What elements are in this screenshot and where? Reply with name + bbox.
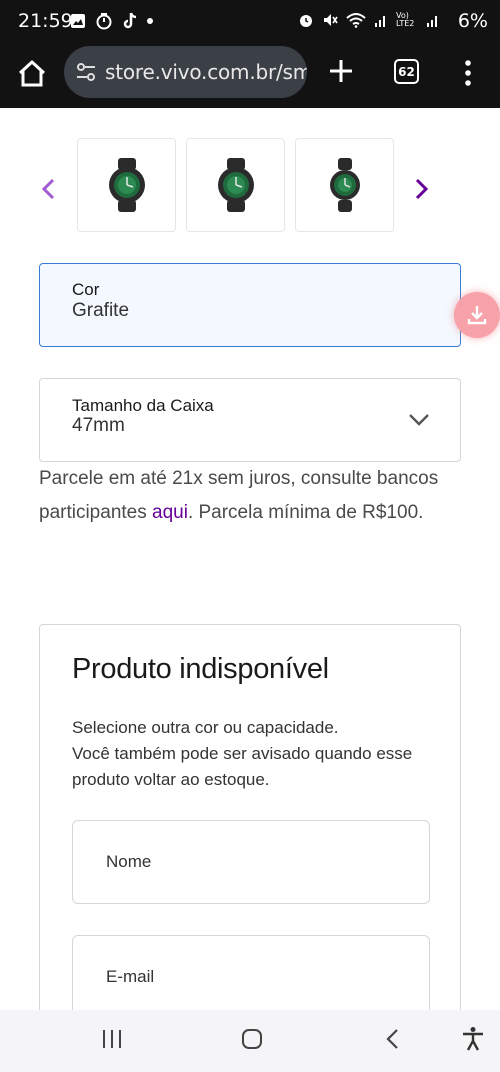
- watch-thumbnail[interactable]: [186, 138, 285, 232]
- status-bar: 21:59 Vo) LTE2 6%: [0, 0, 500, 44]
- size-label: Tamanho da Caixa: [72, 396, 214, 415]
- signal-icon: [375, 16, 385, 27]
- timer-icon: [96, 13, 112, 30]
- name-placeholder: Nome: [106, 852, 152, 871]
- accessibility-icon[interactable]: [461, 1026, 485, 1052]
- unavailable-title: Produto indisponível: [72, 653, 329, 685]
- volte-icon: Vo) LTE2: [396, 11, 415, 28]
- size-value: 47mm: [72, 415, 125, 436]
- system-nav-bar: [0, 1010, 500, 1072]
- banks-link[interactable]: aqui: [152, 502, 188, 523]
- battery-level: 6%: [457, 10, 488, 32]
- watch-image: [108, 158, 145, 212]
- recent-apps-icon[interactable]: [101, 1028, 123, 1050]
- installments-info: Parcele em até 21x sem juros, consulte b…: [39, 462, 469, 530]
- back-icon[interactable]: [384, 1028, 400, 1050]
- home-icon[interactable]: [16, 58, 48, 90]
- url-text[interactable]: store.vivo.com.br/smar: [105, 60, 307, 84]
- tiktok-icon: [123, 12, 137, 29]
- color-label: Cor: [72, 280, 100, 299]
- chevron-left-icon[interactable]: [40, 178, 56, 200]
- email-placeholder: E-mail: [106, 967, 155, 986]
- new-tab-icon[interactable]: [326, 56, 356, 86]
- tab-switcher-button[interactable]: 62: [394, 59, 419, 84]
- chevron-down-icon: [409, 414, 429, 426]
- size-select[interactable]: Tamanho da Caixa 47mm: [39, 378, 461, 462]
- notification-dot-icon: [147, 18, 153, 24]
- address-bar[interactable]: store.vivo.com.br/smar: [64, 46, 307, 98]
- color-value: Grafite: [72, 300, 130, 321]
- site-settings-icon[interactable]: [76, 62, 96, 82]
- unavailable-description: Selecione outra cor ou capacidade. Você …: [72, 715, 432, 793]
- color-select[interactable]: Cor Grafite: [39, 263, 461, 347]
- unavailable-description-line1: Selecione outra cor ou capacidade.: [72, 718, 339, 737]
- watch-image: [329, 158, 360, 212]
- browser-toolbar: store.vivo.com.br/smar 62: [0, 44, 500, 108]
- watch-thumbnail[interactable]: [77, 138, 176, 232]
- unavailable-description-line2: Você também pode ser avisado quando esse…: [72, 744, 413, 789]
- more-menu-icon[interactable]: [462, 58, 474, 88]
- image-icon: [71, 14, 85, 28]
- chevron-right-icon[interactable]: [414, 178, 430, 200]
- wifi-icon: [346, 13, 366, 28]
- watch-image: [217, 158, 254, 212]
- status-time: 21:59: [18, 10, 73, 32]
- mute-icon: [324, 14, 338, 26]
- unavailable-card: Produto indisponível Selecione outra cor…: [39, 624, 461, 1044]
- installments-text-after: . Parcela mínima de R$100.: [187, 502, 424, 523]
- home-nav-icon[interactable]: [241, 1028, 263, 1050]
- download-icon: [467, 306, 487, 325]
- watch-thumbnail[interactable]: [295, 138, 394, 232]
- alarm-icon: [300, 15, 312, 27]
- email-field[interactable]: E-mail: [72, 935, 430, 1019]
- signal-icon: [427, 16, 437, 27]
- download-button[interactable]: [454, 292, 500, 338]
- name-field[interactable]: Nome: [72, 820, 430, 904]
